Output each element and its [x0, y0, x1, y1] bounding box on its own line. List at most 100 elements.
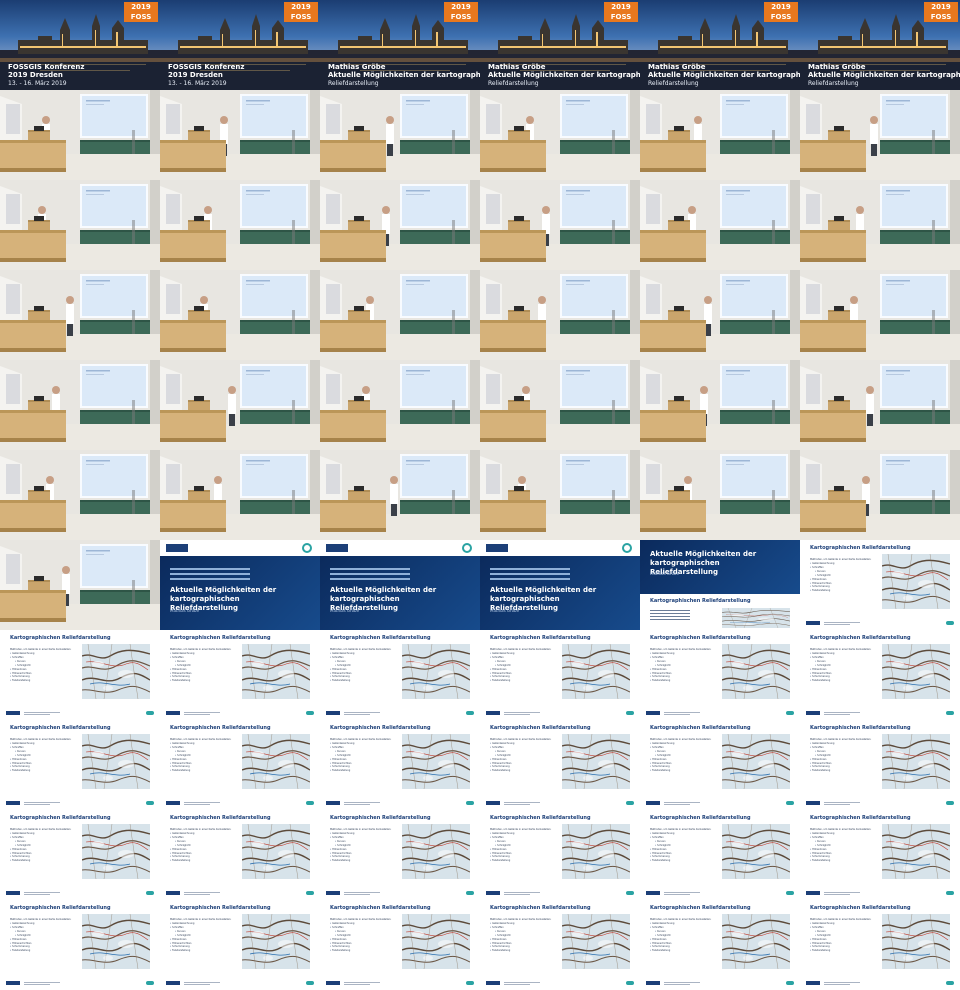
list-item: Felsdarstellung [170, 769, 194, 773]
slide-metadata-lines [170, 568, 250, 583]
relief-map-image [402, 644, 470, 699]
video-frame-thumbnail [0, 270, 160, 360]
footer-logo [806, 711, 820, 715]
video-frame-thumbnail: Kartographischen Reliefdarstellung Method… [640, 900, 800, 990]
slide-footer [644, 711, 796, 716]
video-frame-thumbnail [0, 180, 160, 270]
video-frame-thumbnail [640, 180, 800, 270]
metadata-line [330, 578, 410, 580]
footer-seal-icon [946, 891, 954, 895]
seal-icon [302, 543, 312, 553]
footer-text-line [664, 712, 700, 713]
footer-logo [326, 891, 340, 895]
footer-seal-icon [946, 981, 954, 985]
slide-title: Kartographischen Reliefdarstellung [650, 905, 751, 911]
slide-footer [804, 621, 956, 626]
slide-intro: Methoden, um Gelände in einer Karte darz… [490, 828, 552, 831]
bullet-list: GeländezeichnungSchraffenKurvenSchräglic… [650, 742, 674, 773]
slide-footer [164, 711, 316, 716]
conference-name: FOSSGIS Konferenz [8, 63, 85, 71]
relief-map-graphic [882, 644, 950, 699]
slide-title: Kartographischen Reliefdarstellung [10, 725, 111, 731]
bullet-list: GeländezeichnungSchraffenKurvenSchräglic… [490, 742, 514, 773]
relief-map-graphic [242, 644, 310, 699]
bullet-list: GeländezeichnungSchraffenKurvenSchräglic… [650, 652, 674, 683]
relief-map-graphic [722, 824, 790, 879]
metadata-line [170, 573, 250, 575]
video-frame-thumbnail: Aktuelle Möglichkeiten der kartographisc… [160, 540, 320, 630]
relief-map-graphic [882, 554, 950, 609]
fossgis-logo-year: 2019 [131, 3, 151, 11]
metadata-line [490, 578, 570, 580]
lecture-hall-photo [320, 450, 480, 540]
footer-seal-icon [466, 891, 474, 895]
relief-map-image [722, 608, 790, 628]
list-item: Felsdarstellung [810, 949, 834, 953]
footer-text-line [184, 714, 210, 715]
footer-logo [326, 711, 340, 715]
slide-metadata-lines [490, 568, 570, 583]
slide-intro: Methoden, um Gelände in einer Karte darz… [810, 828, 872, 831]
list-item: Felsdarstellung [330, 769, 354, 773]
lecture-hall-photo [480, 180, 640, 270]
slide-intro: Methoden, um Gelände in einer Karte darz… [490, 648, 552, 651]
footer-text-line [184, 984, 210, 985]
relief-map-image [82, 734, 150, 789]
bullet-list: GeländezeichnungSchraffenKurvenSchräglic… [330, 742, 354, 773]
video-frame-thumbnail [480, 270, 640, 360]
video-frame-thumbnail [160, 270, 320, 360]
footer-seal-icon [146, 801, 154, 805]
lecture-hall-photo [160, 180, 320, 270]
video-frame-thumbnail: Kartographischen Reliefdarstellung Method… [480, 630, 640, 720]
slide-title: Kartographischen Reliefdarstellung [330, 725, 431, 731]
slide-title: Kartographischen Reliefdarstellung [170, 905, 271, 911]
bullet-list: GeländezeichnungSchraffenKurvenSchräglic… [330, 652, 354, 683]
bullet-list: GeländezeichnungSchraffenKurvenSchräglic… [10, 832, 34, 863]
relief-map-image [722, 644, 790, 699]
fossgis-logo: 2019 FOSS [604, 2, 638, 22]
speaker-name: Mathias Gröbe [328, 63, 386, 71]
list-item: Felsdarstellung [810, 679, 834, 683]
relief-map-image [722, 734, 790, 789]
relief-map-image [882, 734, 950, 789]
footer-text-line [504, 714, 530, 715]
slide-footer [164, 891, 316, 896]
seal-icon [622, 543, 632, 553]
video-frame-thumbnail [640, 450, 800, 540]
footer-logo [326, 981, 340, 985]
relief-map-image [242, 734, 310, 789]
slide-footer [164, 981, 316, 986]
slide-title-line-1: Aktuelle Möglichkeiten der kartographisc… [490, 586, 597, 603]
video-frame-thumbnail [480, 180, 640, 270]
seal-icon [462, 543, 472, 553]
relief-map-graphic [82, 734, 150, 789]
relief-map-image [882, 554, 950, 609]
footer-seal-icon [786, 801, 794, 805]
slide-footer [484, 801, 636, 806]
relief-map-image [82, 914, 150, 969]
relief-map-graphic [402, 644, 470, 699]
relief-map-graphic [82, 824, 150, 879]
footer-text-line [24, 894, 50, 895]
conference-dates: 13. - 16. März 2019 [168, 80, 227, 87]
footer-text-line [504, 892, 540, 893]
list-item: Felsdarstellung [330, 859, 354, 863]
video-frame-thumbnail: Kartographischen Reliefdarstellung Method… [160, 810, 320, 900]
slide-title: Kartographischen Reliefdarstellung [330, 905, 431, 911]
video-frame-thumbnail: 2019 FOSS Mathias Gröbe Aktuelle Möglichkei… [640, 0, 800, 90]
slide-footer [324, 711, 476, 716]
video-frame-thumbnail: Kartographischen Reliefdarstellung Method… [0, 630, 160, 720]
relief-map-image [562, 914, 630, 969]
slide-title: Kartographischen Reliefdarstellung [10, 635, 111, 641]
relief-map-image [882, 644, 950, 699]
relief-map-graphic [562, 914, 630, 969]
slide-intro: Methoden, um Gelände in einer Karte darz… [810, 918, 872, 921]
bullet-list: GeländezeichnungSchraffenKurvenSchräglic… [650, 922, 674, 953]
slide-footer [324, 891, 476, 896]
video-frame-thumbnail: Kartographischen Reliefdarstellung Method… [800, 630, 960, 720]
lecture-hall-photo [160, 270, 320, 360]
video-frame-thumbnail [320, 450, 480, 540]
slide-title-line-1: Aktuelle Möglichkeiten der kartographisc… [650, 550, 757, 567]
list-item: Felsdarstellung [650, 949, 674, 953]
slide-intro: Methoden, um Gelände in einer Karte darz… [330, 918, 392, 921]
